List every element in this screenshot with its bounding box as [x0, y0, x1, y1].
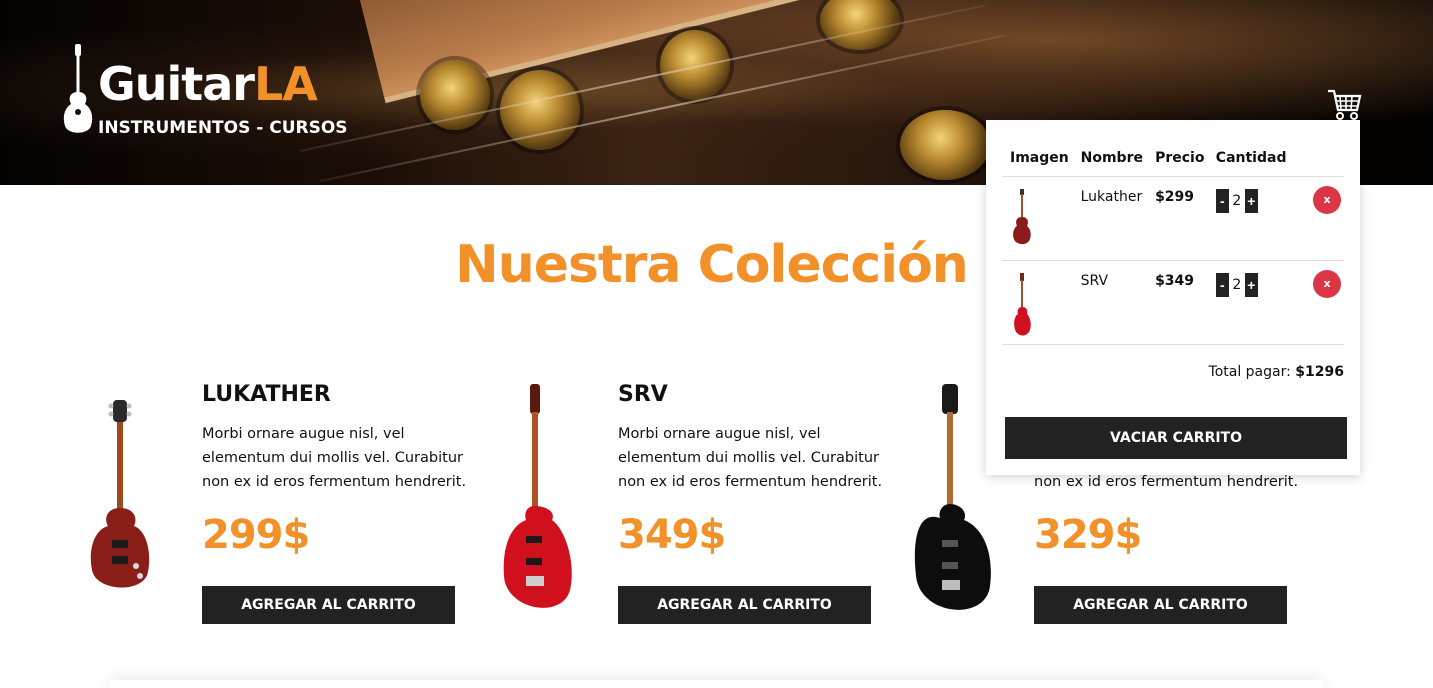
cart-col-quantity: Cantidad — [1207, 140, 1292, 177]
product-description: Morbi ornare augue nisl, vel elementum d… — [202, 426, 467, 490]
add-to-cart-button[interactable]: AGREGAR AL CARRITO — [202, 586, 455, 624]
cart-dropdown: Imagen Nombre Precio Cantidad Lukather $… — [986, 120, 1360, 475]
product-card: SRV Morbi ornare augue nisl, vel element… — [496, 380, 896, 640]
product-price: 349$ — [618, 512, 726, 558]
cart-total-value: $1296 — [1295, 364, 1344, 380]
next-section-edge — [110, 680, 1323, 688]
tuning-peg-image — [900, 110, 990, 180]
cart-col-price: Precio — [1147, 140, 1208, 177]
product-name: SRV — [618, 382, 668, 407]
shopping-cart-icon[interactable] — [1326, 88, 1362, 122]
cart-col-remove — [1291, 140, 1344, 177]
tuning-peg-image — [420, 60, 490, 130]
cart-item-remove: x — [1291, 176, 1344, 261]
cart-item-quantity: - 2 + — [1207, 260, 1292, 345]
product-price: 299$ — [202, 512, 310, 558]
quantity-value: 2 — [1232, 276, 1242, 293]
brand-name: GuitarLA — [98, 57, 318, 111]
cart-item-price: $349 — [1147, 260, 1208, 345]
remove-item-button[interactable]: x — [1313, 269, 1342, 298]
guitar-lukather-image — [90, 400, 150, 588]
empty-cart-button[interactable]: VACIAR CARRITO — [1005, 417, 1347, 459]
product-card: LUKATHER Morbi ornare augue nisl, vel el… — [80, 380, 480, 640]
product-description: Morbi ornare augue nisl, vel elementum d… — [618, 426, 883, 490]
guitar-srv-image — [503, 384, 572, 608]
cart-total: Total pagar: $1296 — [1208, 364, 1344, 380]
decrement-button[interactable]: - — [1215, 272, 1229, 297]
cart-col-image: Imagen — [1002, 140, 1073, 177]
cart-table: Imagen Nombre Precio Cantidad Lukather $… — [1002, 140, 1344, 345]
product-name: LUKATHER — [202, 382, 331, 407]
remove-item-button[interactable]: x — [1313, 185, 1342, 214]
cart-item-remove: x — [1291, 260, 1344, 345]
brand-logo[interactable]: GuitarLA INSTRUMENTOS - CURSOS — [62, 42, 382, 142]
guitar-logo-icon — [63, 44, 93, 133]
add-to-cart-button[interactable]: AGREGAR AL CARRITO — [1034, 586, 1287, 624]
guitar-srv-thumbnail — [1014, 272, 1031, 336]
cart-item-quantity: - 2 + — [1207, 176, 1292, 261]
quantity-value: 2 — [1232, 192, 1242, 209]
cart-row: SRV $349 - 2 + x — [1002, 260, 1344, 345]
cart-header-row: Imagen Nombre Precio Cantidad — [1002, 140, 1344, 177]
cart-item-name: SRV — [1072, 260, 1148, 345]
brand-tagline: INSTRUMENTOS - CURSOS — [98, 118, 348, 138]
cart-item-image — [1002, 260, 1073, 345]
cart-item-name: Lukather — [1072, 176, 1148, 261]
cart-item-image — [1002, 176, 1073, 261]
decrement-button[interactable]: - — [1215, 188, 1229, 213]
product-price: 329$ — [1034, 512, 1142, 558]
increment-button[interactable]: + — [1244, 272, 1258, 297]
cart-item-price: $299 — [1147, 176, 1208, 261]
cart-row: Lukather $299 - 2 + x — [1002, 176, 1344, 261]
cart-col-name: Nombre — [1072, 140, 1148, 177]
increment-button[interactable]: + — [1244, 188, 1258, 213]
add-to-cart-button[interactable]: AGREGAR AL CARRITO — [618, 586, 871, 624]
guitar-lukather-thumbnail — [1013, 188, 1031, 244]
